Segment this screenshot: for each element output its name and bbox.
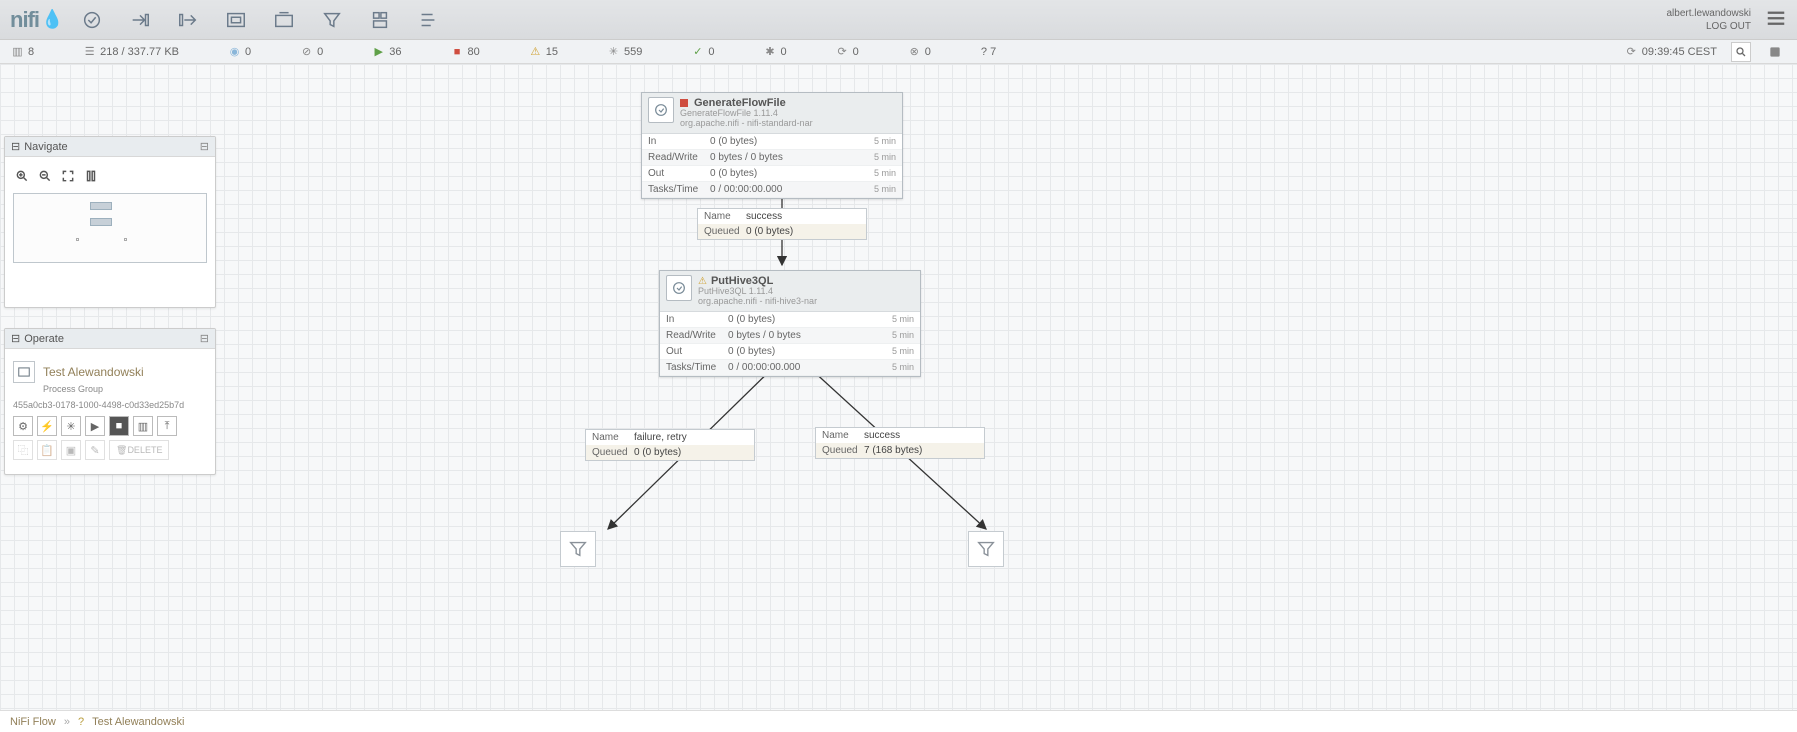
app-header: nifi 💧 albert.lewandowski LOG OUT: [0, 0, 1797, 40]
breadcrumb-bar: NiFi Flow » ? Test Alewandowski: [0, 710, 1797, 732]
running-icon: ▶: [373, 46, 384, 57]
connection-failure-retry[interactable]: Namefailure, retry Queued0 (0 bytes): [585, 429, 755, 461]
template-drag-icon[interactable]: [368, 8, 392, 32]
processor-drag-icon[interactable]: [80, 8, 104, 32]
zoom-actual-button[interactable]: [82, 167, 100, 185]
operate-title: Operate: [24, 333, 64, 345]
user-info: albert.lewandowski LOG OUT: [1667, 7, 1752, 33]
zoom-out-button[interactable]: [36, 167, 54, 185]
breadcrumb-current[interactable]: Test Alewandowski: [92, 716, 184, 728]
status-locally-modified: ✱0: [765, 46, 787, 58]
status-up-to-date: ✓0: [692, 46, 714, 58]
component-toolbar: [80, 8, 440, 32]
upload-template-button[interactable]: ⤒: [157, 416, 177, 436]
flow-canvas[interactable]: ⊟ Navigate ⊟ ⊟ Operate ⊟: [0, 64, 1797, 710]
operate-panel: ⊟ Operate ⊟ Test Alewandowski Process Gr…: [4, 328, 216, 475]
status-running: ▶36: [373, 46, 401, 58]
funnel-left[interactable]: [560, 531, 596, 567]
navigate-header: ⊟ Navigate ⊟: [5, 137, 215, 157]
status-unknown: ? 7: [981, 46, 996, 58]
process-group-drag-icon[interactable]: [224, 8, 248, 32]
connection-success-1[interactable]: Namesuccess Queued0 (0 bytes): [697, 208, 867, 240]
processor-bundle: org.apache.nifi - nifi-standard-nar: [680, 119, 896, 129]
configure-button[interactable]: ⚙: [13, 416, 33, 436]
status-refresh[interactable]: ⟳09:39:45 CEST: [1626, 46, 1717, 58]
zoom-fit-button[interactable]: [59, 167, 77, 185]
invalid-icon: ⚠: [530, 46, 541, 57]
breadcrumb-separator: »: [64, 716, 70, 728]
processor-bundle: org.apache.nifi - nifi-hive3-nar: [698, 297, 914, 307]
label-drag-icon[interactable]: [416, 8, 440, 32]
output-port-drag-icon[interactable]: [176, 8, 200, 32]
user-name: albert.lewandowski: [1667, 7, 1752, 20]
disabled-icon: ✳: [608, 46, 619, 57]
stopped-icon: ■: [452, 46, 463, 57]
status-transmitting: ◉0: [229, 46, 251, 58]
processor-generateflowfile[interactable]: GenerateFlowFile GenerateFlowFile 1.11.4…: [641, 92, 903, 199]
operate-group-id: 455a0cb3-0178-1000-4498-c0d33ed25b7d: [13, 394, 207, 416]
logo-text: nifi: [10, 7, 39, 33]
navigate-panel: ⊟ Navigate ⊟: [4, 136, 216, 308]
delete-button: 🗑 DELETE: [109, 440, 169, 460]
status-groups: ▥8: [12, 46, 34, 58]
status-invalid: ⚠15: [530, 46, 558, 58]
processor-puthive3ql[interactable]: ⚠PutHive3QL PutHive3QL 1.11.4 org.apache…: [659, 270, 921, 377]
search-button[interactable]: [1731, 42, 1751, 62]
processor-icon: [666, 275, 692, 301]
operate-collapse-icon[interactable]: ⊟: [11, 332, 20, 345]
enable-button[interactable]: ⚡: [37, 416, 57, 436]
navigate-title: Navigate: [24, 141, 67, 153]
color-button: ✎: [85, 440, 105, 460]
navigate-collapse-icon[interactable]: ⊟: [11, 140, 20, 153]
status-queue: ☰218 / 337.77 KB: [84, 46, 179, 58]
refresh-icon: ⟳: [1626, 46, 1637, 57]
status-sync-failure: ⊗0: [909, 46, 931, 58]
connection-success-2[interactable]: Namesuccess Queued7 (168 bytes): [815, 427, 985, 459]
template-button[interactable]: ▥: [133, 416, 153, 436]
status-stopped: ■80: [452, 46, 480, 58]
paste-button: 📋: [37, 440, 57, 460]
uptodate-icon: ✓: [692, 46, 703, 57]
breadcrumb-root[interactable]: NiFi Flow: [10, 716, 56, 728]
stale-icon: ⟳: [837, 46, 848, 57]
not-transmitting-icon: ⊘: [301, 46, 312, 57]
groups-icon: ▥: [12, 46, 23, 57]
syncfail-icon: ⊗: [909, 46, 920, 57]
input-port-drag-icon[interactable]: [128, 8, 152, 32]
copy-button: ⿻: [13, 440, 33, 460]
localmod-icon: ✱: [765, 46, 776, 57]
status-stale: ⟳0: [837, 46, 859, 58]
stop-button[interactable]: ■: [109, 416, 129, 436]
status-not-transmitting: ⊘0: [301, 46, 323, 58]
remote-process-group-drag-icon[interactable]: [272, 8, 296, 32]
transmitting-icon: ◉: [229, 46, 240, 57]
group-button: ▣: [61, 440, 81, 460]
funnel-right[interactable]: [968, 531, 1004, 567]
funnel-drag-icon[interactable]: [320, 8, 344, 32]
processor-title-block: ⚠PutHive3QL PutHive3QL 1.11.4 org.apache…: [698, 275, 914, 307]
processor-icon: [648, 97, 674, 123]
process-group-icon: [13, 361, 35, 383]
drop-icon: 💧: [41, 9, 62, 30]
bulletin-button[interactable]: [1765, 42, 1785, 62]
operate-header: ⊟ Operate ⊟: [5, 329, 215, 349]
status-disabled: ✳559: [608, 46, 642, 58]
global-menu-icon[interactable]: [1765, 7, 1787, 32]
navigate-minimize-icon[interactable]: ⊟: [200, 140, 209, 153]
queue-icon: ☰: [84, 46, 95, 57]
operate-group-type: Process Group: [43, 384, 207, 394]
disable-button[interactable]: ✳: [61, 416, 81, 436]
operate-group-name: Test Alewandowski: [43, 365, 144, 379]
zoom-in-button[interactable]: [13, 167, 31, 185]
stopped-icon: [680, 99, 688, 107]
logout-link[interactable]: LOG OUT: [1667, 20, 1752, 33]
invalid-icon: ?: [78, 716, 84, 728]
processor-title-block: GenerateFlowFile GenerateFlowFile 1.11.4…: [680, 97, 896, 129]
flow-status-bar: ▥8 ☰218 / 337.77 KB ◉0 ⊘0 ▶36 ■80 ⚠15 ✳5…: [0, 40, 1797, 64]
operate-minimize-icon[interactable]: ⊟: [200, 332, 209, 345]
start-button[interactable]: ▶: [85, 416, 105, 436]
nifi-logo: nifi 💧: [10, 7, 62, 33]
birdseye-view[interactable]: [13, 193, 207, 263]
